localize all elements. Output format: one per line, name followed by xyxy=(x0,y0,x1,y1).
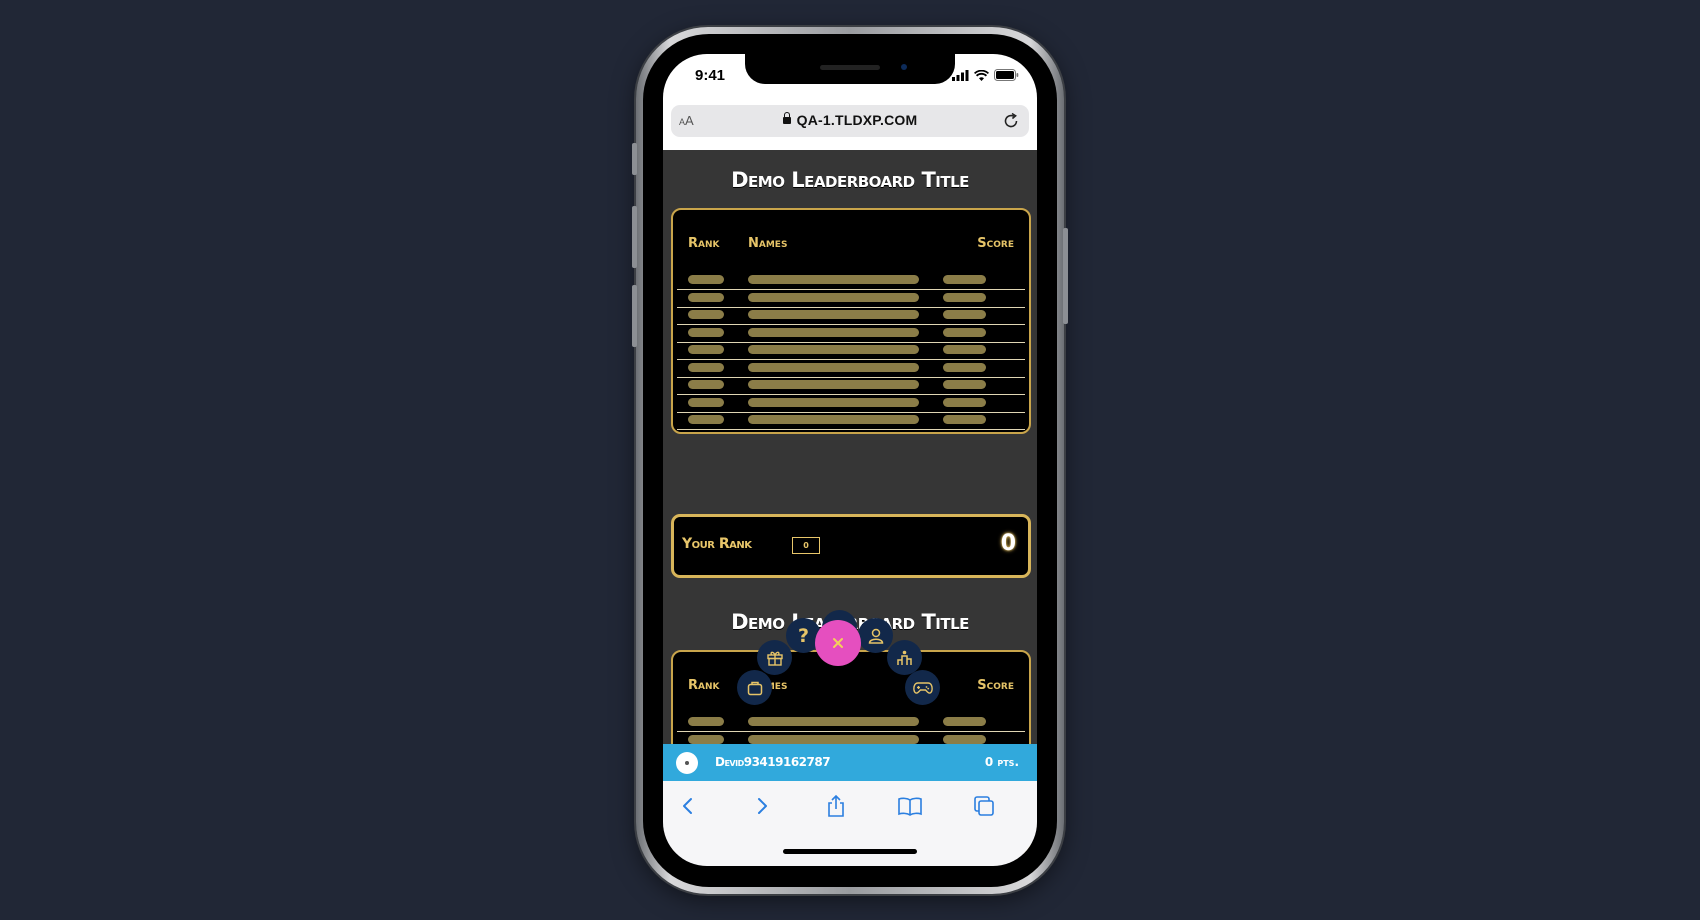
volume-up-button xyxy=(632,206,637,268)
bookmarks-button[interactable] xyxy=(895,791,925,821)
name-placeholder xyxy=(748,362,919,372)
address-field[interactable]: AA QA-1.TLDXP.COM xyxy=(671,105,1029,137)
fab-gift-button[interactable] xyxy=(757,640,792,675)
rank-placeholder xyxy=(688,380,724,389)
browser-toolbar xyxy=(663,781,1037,866)
column-header-score: Score xyxy=(977,678,1014,693)
gamepad-icon xyxy=(912,681,933,694)
column-header-score: Score xyxy=(977,236,1014,251)
score-placeholder xyxy=(943,380,986,389)
score-placeholder xyxy=(943,734,986,744)
avatar-dot xyxy=(685,761,689,765)
close-icon xyxy=(833,638,843,648)
fab-games-button[interactable] xyxy=(905,670,940,705)
rank-placeholder xyxy=(688,362,724,372)
name-placeholder xyxy=(748,292,919,302)
your-rank-panel: Your Rank 0 0 xyxy=(671,514,1031,578)
name-placeholder xyxy=(748,275,919,284)
page-content: Demo Leaderboard Title Rank Names Score … xyxy=(663,150,1037,854)
status-time: 9:41 xyxy=(695,67,726,84)
rank-placeholder xyxy=(688,397,724,407)
rank-placeholder xyxy=(688,327,724,337)
name-placeholder xyxy=(748,345,919,354)
help-icon: ? xyxy=(797,624,810,647)
fab-profile-button[interactable] xyxy=(858,618,893,653)
share-icon xyxy=(828,794,844,817)
user-icon xyxy=(868,628,883,644)
rank-placeholder xyxy=(688,717,724,726)
rank-placeholder xyxy=(688,345,724,354)
score-placeholder xyxy=(943,327,986,337)
bag-icon xyxy=(747,681,762,695)
browser-url-bar: AA QA-1.TLDXP.COM xyxy=(663,102,1037,150)
name-placeholder xyxy=(748,415,919,424)
fab-bag-button[interactable] xyxy=(737,670,772,705)
home-indicator xyxy=(783,849,917,854)
your-rank-value: 0 xyxy=(792,537,820,554)
speaker xyxy=(820,65,880,70)
name-placeholder xyxy=(748,734,919,744)
name-placeholder xyxy=(748,717,919,726)
score-placeholder xyxy=(943,292,986,302)
rank-placeholder xyxy=(688,415,724,424)
volume-down-button xyxy=(632,285,637,347)
share-button[interactable] xyxy=(821,791,851,821)
fab-close-button[interactable] xyxy=(815,620,861,666)
rank-placeholder xyxy=(688,734,724,744)
forward-icon xyxy=(758,798,767,814)
username: Devid93419162787 xyxy=(715,755,831,769)
rank-placeholder xyxy=(688,433,724,435)
leaderboard-title: Demo Leaderboard Title xyxy=(731,168,969,192)
front-camera xyxy=(901,64,907,70)
notch xyxy=(745,54,955,84)
name-placeholder xyxy=(748,327,919,337)
column-header-names: Names xyxy=(748,236,788,251)
score-placeholder xyxy=(943,397,986,407)
forward-button[interactable] xyxy=(747,791,777,821)
tabs-icon xyxy=(974,796,994,816)
score-placeholder xyxy=(943,310,986,319)
name-placeholder xyxy=(748,310,919,319)
power-button xyxy=(1063,228,1068,324)
leaderboard-icon xyxy=(896,650,912,665)
name-placeholder xyxy=(748,397,919,407)
score-placeholder xyxy=(943,345,986,354)
score-placeholder xyxy=(943,275,986,284)
name-placeholder xyxy=(748,433,919,435)
score-placeholder xyxy=(943,433,986,435)
mute-switch xyxy=(632,143,637,175)
status-icons xyxy=(952,69,1019,81)
gift-icon xyxy=(766,651,783,666)
back-icon xyxy=(683,798,692,814)
rank-placeholder xyxy=(688,292,724,302)
back-button[interactable] xyxy=(673,791,703,821)
score-placeholder xyxy=(943,362,986,372)
rank-placeholder xyxy=(688,275,724,284)
phone-screen: 9:41 AA QA-1.TLDXP.COM Demo Leaderboard … xyxy=(663,54,1037,866)
leaderboard-table: Rank Names Score xyxy=(671,208,1031,434)
avatar[interactable] xyxy=(676,752,698,774)
cellular-signal-icon xyxy=(952,69,969,81)
table-row xyxy=(677,428,1025,435)
column-header-rank: Rank xyxy=(688,678,720,693)
battery-icon xyxy=(994,69,1019,81)
wifi-icon xyxy=(974,69,989,81)
your-rank-label: Your Rank xyxy=(682,536,752,552)
bookmarks-icon xyxy=(898,797,922,816)
lock-icon xyxy=(782,112,791,124)
your-rank-score: 0 xyxy=(1000,531,1016,556)
tabs-button[interactable] xyxy=(969,791,999,821)
url-text: QA-1.TLDXP.COM xyxy=(796,112,918,128)
rank-placeholder xyxy=(688,310,724,319)
name-placeholder xyxy=(748,380,919,389)
column-header-rank: Rank xyxy=(688,236,720,251)
points-display: 0 pts. xyxy=(984,755,1019,769)
score-placeholder xyxy=(943,717,986,726)
url-display[interactable]: QA-1.TLDXP.COM xyxy=(671,112,1029,128)
score-placeholder xyxy=(943,415,986,424)
user-points-bar: Devid93419162787 0 pts. xyxy=(663,744,1037,781)
reload-icon[interactable] xyxy=(1001,111,1021,131)
